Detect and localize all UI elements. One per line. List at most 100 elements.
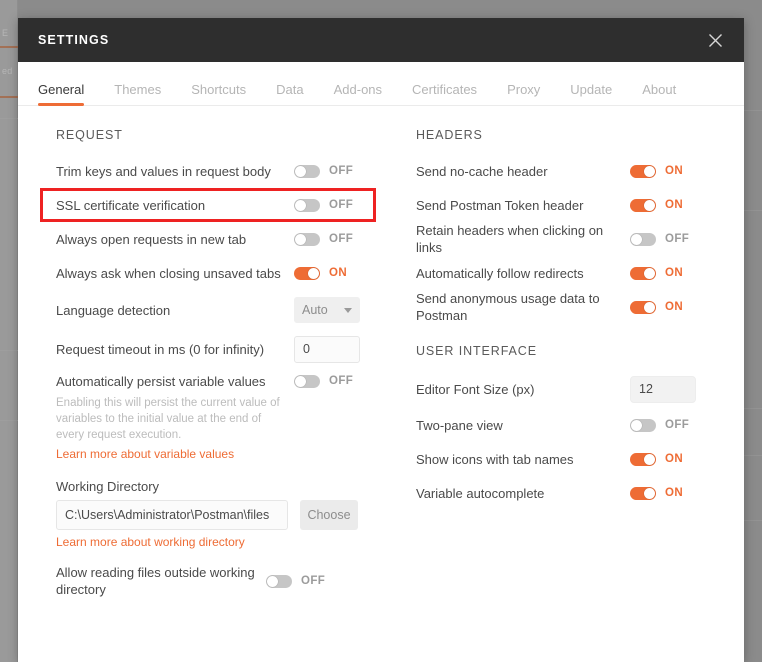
- toggle-send-postman-token-header[interactable]: ON: [630, 198, 683, 212]
- setting-persist-variable-values: Automatically persist variable values OF…: [38, 368, 378, 394]
- background-label-b: ed: [2, 66, 13, 76]
- toggle-knob: [295, 165, 306, 177]
- toggle-switch: [630, 452, 656, 466]
- toggle-knob: [644, 267, 655, 279]
- choose-button[interactable]: Choose: [300, 500, 358, 530]
- setting-label: Editor Font Size (px): [416, 381, 535, 397]
- toggle-ask-closing-unsaved-tabs[interactable]: ON: [294, 266, 348, 280]
- setting-ssl-certificate-verification: SSL certificate verification OFF: [38, 188, 378, 222]
- request-timeout-input[interactable]: [294, 335, 360, 363]
- background-label-a: E: [2, 28, 9, 38]
- toggle-knob: [295, 199, 306, 211]
- setting-label: Allow reading files outside working dire…: [56, 565, 255, 597]
- background-divider: [0, 118, 18, 119]
- toggle-allow-reading-files-outside[interactable]: OFF: [266, 574, 326, 588]
- control-slot: ON: [630, 198, 708, 212]
- toggle-knob: [644, 301, 655, 313]
- persist-variables-help-text: Enabling this will persist the current v…: [56, 397, 280, 441]
- setting-language-detection: Language detection Auto: [38, 290, 378, 330]
- toggle-trim-keys[interactable]: OFF: [294, 164, 354, 178]
- setting-request-timeout: Request timeout in ms (0 for infinity): [38, 330, 378, 368]
- tab-update[interactable]: Update: [570, 82, 612, 106]
- control-slot: [294, 335, 368, 363]
- close-icon[interactable]: [702, 27, 728, 53]
- setting-label: Automatically persist variable values: [56, 373, 266, 389]
- toggle-state-label: ON: [329, 267, 348, 279]
- control-slot: ON: [630, 300, 708, 314]
- tab-proxy[interactable]: Proxy: [507, 82, 540, 106]
- setting-editor-font-size: Editor Font Size (px): [398, 370, 718, 408]
- toggle-follow-redirects[interactable]: ON: [630, 266, 683, 280]
- control-slot: OFF: [630, 232, 708, 246]
- toggle-send-no-cache-header[interactable]: ON: [630, 164, 684, 178]
- request-section: REQUEST Trim keys and values in request …: [18, 128, 378, 662]
- control-slot: OFF: [294, 232, 368, 246]
- working-directory-row: Choose: [56, 500, 378, 530]
- control-slot: [630, 375, 708, 403]
- setting-send-postman-token-header: Send Postman Token header ON: [398, 188, 718, 222]
- setting-send-anonymous-usage-data: Send anonymous usage data to Postman ON: [398, 290, 718, 324]
- toggle-knob: [631, 419, 642, 431]
- toggle-open-requests-new-tab[interactable]: OFF: [294, 232, 353, 246]
- background-sidebar: [0, 0, 18, 662]
- toggle-switch: [630, 486, 656, 500]
- toggle-state-label: OFF: [301, 575, 326, 587]
- link-learn-more-working-directory[interactable]: Learn more about working directory: [56, 535, 245, 549]
- setting-label: Request timeout in ms (0 for infinity): [56, 341, 265, 357]
- setting-variable-autocomplete: Variable autocomplete ON: [398, 476, 718, 510]
- setting-allow-reading-files-outside: Allow reading files outside working dire…: [38, 559, 378, 603]
- toggle-send-anonymous-usage-data[interactable]: ON: [630, 300, 684, 314]
- toggle-ssl-certificate-verification[interactable]: OFF: [294, 198, 353, 212]
- settings-tabs: General Themes Shortcuts Data Add-ons Ce…: [18, 62, 744, 106]
- tab-certificates[interactable]: Certificates: [412, 82, 477, 106]
- link-learn-more-variable-values[interactable]: Learn more about variable values: [56, 447, 234, 461]
- toggle-two-pane-view[interactable]: OFF: [630, 418, 690, 432]
- tab-about[interactable]: About: [642, 82, 676, 106]
- setting-retain-headers: Retain headers when clicking on links OF…: [398, 222, 718, 256]
- tab-data[interactable]: Data: [276, 82, 303, 106]
- setting-label: Variable autocomplete: [416, 485, 545, 501]
- toggle-switch: [266, 574, 292, 588]
- language-detection-select[interactable]: Auto: [294, 297, 360, 323]
- background-accent-line-2: [0, 96, 18, 98]
- toggle-switch: [630, 300, 656, 314]
- control-slot: OFF: [294, 374, 368, 388]
- setting-show-icons-with-tab-names: Show icons with tab names ON: [398, 442, 718, 476]
- working-directory-input[interactable]: [56, 500, 288, 530]
- tab-add-ons[interactable]: Add-ons: [334, 82, 382, 106]
- toggle-switch: [630, 266, 656, 280]
- toggle-state-label: OFF: [329, 165, 354, 177]
- setting-label: Two-pane view: [416, 417, 503, 433]
- control-slot: ON: [630, 452, 708, 466]
- setting-label: Always ask when closing unsaved tabs: [56, 265, 281, 281]
- tab-shortcuts[interactable]: Shortcuts: [191, 82, 246, 106]
- toggle-show-icons-with-tab-names[interactable]: ON: [630, 452, 683, 466]
- editor-font-size-input[interactable]: [630, 375, 696, 403]
- setting-follow-redirects: Automatically follow redirects ON: [398, 256, 718, 290]
- tab-themes[interactable]: Themes: [114, 82, 161, 106]
- select-value: Auto: [302, 303, 328, 317]
- setting-open-requests-new-tab: Always open requests in new tab OFF: [38, 222, 378, 256]
- control-slot: OFF: [294, 198, 368, 212]
- toggle-knob: [631, 233, 642, 245]
- toggle-knob: [644, 453, 655, 465]
- toggle-state-label: ON: [665, 301, 684, 313]
- setting-label: Send anonymous usage data to Postman: [416, 291, 600, 323]
- headers-and-ui-section: HEADERS Send no-cache header ON Send Pos…: [378, 128, 718, 662]
- toggle-switch: [294, 198, 320, 212]
- toggle-variable-autocomplete[interactable]: ON: [630, 486, 683, 500]
- toggle-persist-variable-values[interactable]: OFF: [294, 374, 353, 388]
- toggle-state-label: ON: [665, 165, 684, 177]
- setting-label: Automatically follow redirects: [416, 265, 584, 281]
- toggle-retain-headers[interactable]: OFF: [630, 232, 689, 246]
- setting-label: Always open requests in new tab: [56, 231, 247, 247]
- setting-label: Send Postman Token header: [416, 197, 584, 213]
- toggle-switch: [294, 232, 320, 246]
- control-slot: ON: [630, 266, 708, 280]
- control-slot: OFF: [630, 418, 708, 432]
- toggle-state-label: OFF: [665, 419, 690, 431]
- tab-general[interactable]: General: [38, 82, 85, 106]
- setting-label: Retain headers when clicking on links: [416, 223, 604, 255]
- setting-label: SSL certificate verification: [56, 197, 206, 213]
- toggle-switch: [630, 198, 656, 212]
